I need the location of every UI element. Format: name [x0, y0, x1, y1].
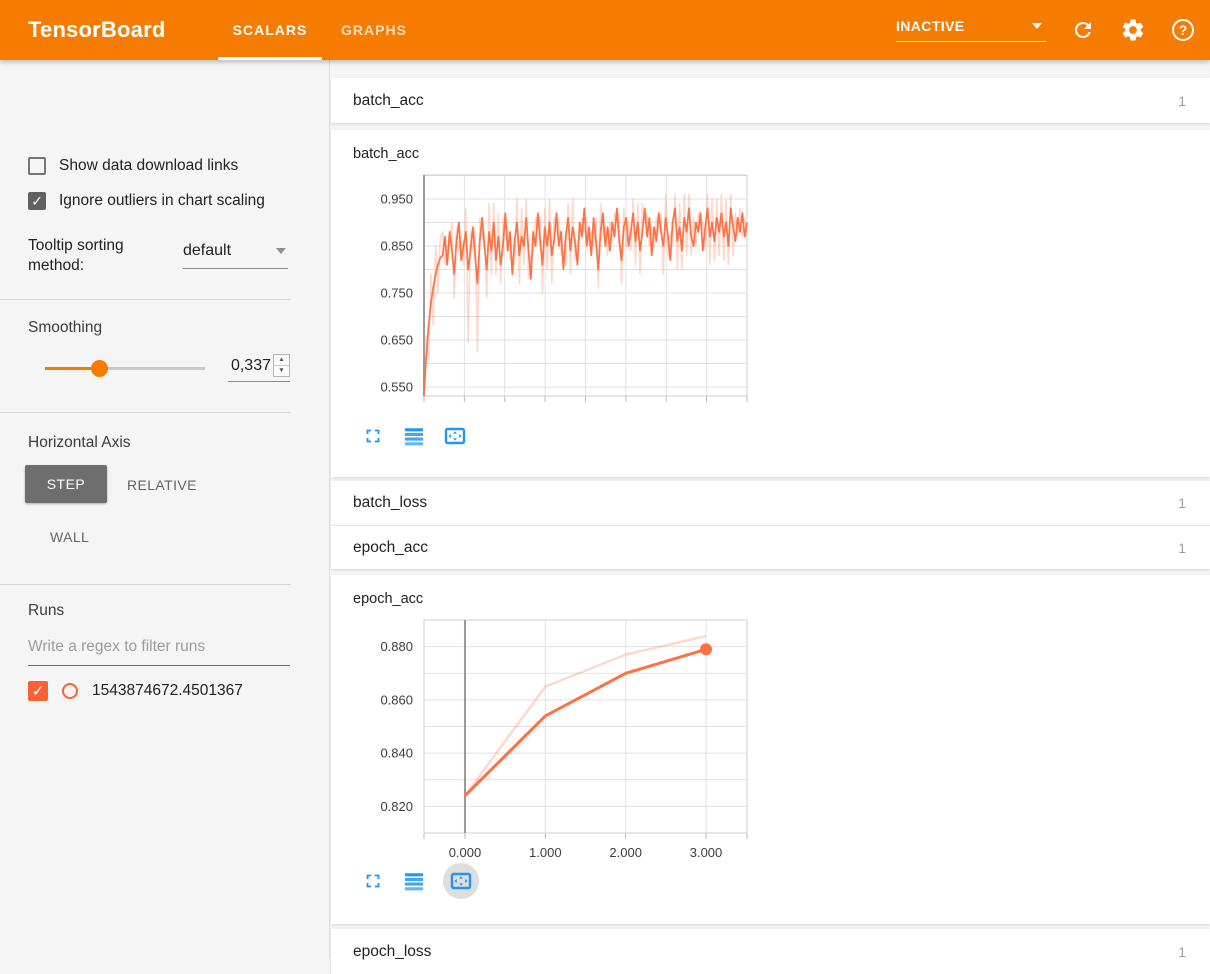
tab-bar: SCALARS GRAPHS [218, 0, 426, 60]
svg-text:0.820: 0.820 [380, 799, 413, 814]
smoothing-stepper[interactable]: ▲ ▼ [273, 354, 290, 377]
app-header: TensorBoard SCALARS GRAPHS INACTIVE ? [0, 0, 1210, 60]
ignore-outliers-label: Ignore outliers in chart scaling [59, 192, 265, 210]
smoothing-slider[interactable] [45, 367, 205, 370]
svg-text:3.000: 3.000 [690, 845, 723, 860]
svg-text:0.550: 0.550 [380, 380, 413, 395]
horizontal-axis-label: Horizontal Axis [28, 434, 131, 452]
tab-scalars[interactable]: SCALARS [218, 0, 322, 60]
run-name: 1543874672.4501367 [92, 682, 243, 700]
app-title: TensorBoard [28, 0, 165, 60]
svg-text:0.750: 0.750 [380, 286, 413, 301]
refresh-icon[interactable] [1070, 17, 1096, 43]
tooltip-sorting-label: Tooltip sorting method: [28, 236, 146, 276]
chart-card-epoch-acc: epoch_acc 0.820 0.840 0.860 0.880 0.000 1.000… [331, 575, 1210, 924]
main-content: batch_acc 1 batch_acc 0.550 0.650 0.750 0.8… [331, 60, 1210, 958]
svg-text:2.000: 2.000 [609, 845, 642, 860]
tab-graphs[interactable]: GRAPHS [322, 0, 426, 60]
help-icon[interactable]: ? [1170, 17, 1196, 43]
chart-card-batch-acc: batch_acc 0.550 0.650 0.750 0.850 0.950 [331, 130, 1210, 477]
runs-filter-input[interactable] [28, 638, 290, 666]
horizontal-lines-icon[interactable] [402, 424, 426, 448]
chevron-down-icon [1032, 23, 1042, 29]
section-count: 1 [1178, 495, 1186, 511]
section-count: 1 [1178, 93, 1186, 109]
axis-wall-button[interactable]: WALL [50, 529, 89, 545]
chevron-down-icon [276, 248, 286, 254]
epoch-acc-chart[interactable]: 0.820 0.840 0.860 0.880 0.000 1.000 2.000 3.000 [353, 617, 763, 861]
section-header-epoch-acc[interactable]: epoch_acc 1 [331, 525, 1210, 569]
svg-text:0.650: 0.650 [380, 333, 413, 348]
show-download-links-row: Show data download links [28, 157, 238, 175]
section-title: batch_loss [353, 494, 427, 512]
section-header-batch-loss[interactable]: batch_loss 1 [331, 481, 1210, 525]
section-count: 1 [1178, 540, 1186, 556]
show-download-links-checkbox[interactable] [28, 157, 46, 175]
svg-text:0.850: 0.850 [380, 239, 413, 254]
svg-text:0.000: 0.000 [449, 845, 482, 860]
chart-title: batch_acc [353, 146, 1210, 162]
sidebar: Show data download links ✓ Ignore outlie… [0, 60, 330, 958]
divider [0, 299, 291, 300]
smoothing-label: Smoothing [28, 319, 102, 337]
run-checkbox[interactable]: ✓ [28, 681, 48, 701]
expand-fullscreen-icon[interactable] [361, 424, 385, 448]
horizontal-lines-icon[interactable] [402, 869, 426, 893]
axis-step-button[interactable]: STEP [25, 465, 107, 503]
svg-text:0.880: 0.880 [380, 639, 413, 654]
fit-domain-icon-active[interactable] [443, 863, 479, 899]
status-value: INACTIVE [896, 18, 965, 34]
expand-fullscreen-icon[interactable] [361, 869, 385, 893]
svg-text:1.000: 1.000 [529, 845, 562, 860]
stepper-down-icon[interactable]: ▼ [274, 366, 289, 376]
svg-text:0.860: 0.860 [380, 692, 413, 707]
show-download-links-label: Show data download links [59, 157, 238, 175]
smoothing-slider-thumb[interactable] [91, 360, 108, 377]
section-title: batch_acc [353, 92, 424, 110]
batch-acc-chart[interactable]: 0.550 0.650 0.750 0.850 0.950 [353, 172, 763, 410]
tooltip-sorting-value: default [183, 242, 231, 260]
smoothing-value: 0,337 [231, 357, 271, 375]
fit-domain-icon[interactable] [443, 424, 467, 448]
svg-text:0.950: 0.950 [380, 191, 413, 206]
run-row: ✓ 1543874672.4501367 [28, 681, 243, 701]
section-count: 1 [1178, 944, 1186, 960]
tooltip-sorting-dropdown[interactable]: default [183, 242, 288, 269]
section-header-batch-acc[interactable]: batch_acc 1 [331, 78, 1210, 123]
chart-title: epoch_acc [353, 591, 1210, 607]
svg-text:0.840: 0.840 [380, 746, 413, 761]
divider [0, 412, 291, 413]
ignore-outliers-row: ✓ Ignore outliers in chart scaling [28, 192, 265, 210]
settings-gear-icon[interactable] [1120, 17, 1146, 43]
run-isolate-radio[interactable] [62, 683, 78, 699]
smoothing-value-box: 0,337 ▲ ▼ [228, 354, 290, 382]
runs-label: Runs [28, 602, 64, 620]
section-title: epoch_acc [353, 539, 428, 557]
axis-relative-button[interactable]: RELATIVE [127, 477, 197, 493]
stepper-up-icon[interactable]: ▲ [274, 355, 289, 366]
section-header-epoch-loss[interactable]: epoch_loss 1 [331, 929, 1210, 974]
ignore-outliers-checkbox[interactable]: ✓ [28, 192, 46, 210]
status-dropdown[interactable]: INACTIVE [896, 18, 1046, 42]
divider [0, 584, 291, 585]
